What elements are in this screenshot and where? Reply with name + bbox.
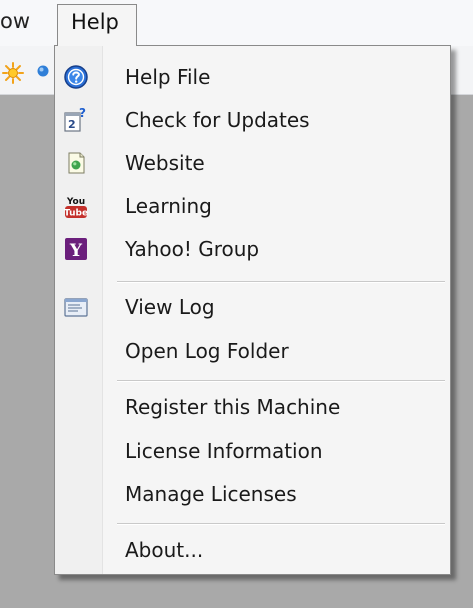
menu-item-website[interactable]: Website bbox=[55, 143, 450, 185]
sun-icon[interactable] bbox=[2, 62, 24, 84]
menu-item-register-machine[interactable]: Register this Machine bbox=[55, 387, 450, 429]
menu-item-about[interactable]: About... bbox=[55, 530, 450, 572]
menu-item-manage-licenses[interactable]: Manage Licenses bbox=[55, 474, 450, 516]
menu-separator bbox=[117, 380, 445, 382]
menu-bar: ow Help bbox=[0, 0, 473, 47]
menu-item-label: Open Log Folder bbox=[125, 339, 289, 363]
menu-item-label: Help File bbox=[125, 65, 211, 89]
menu-item-label: About... bbox=[125, 538, 204, 562]
webpage-icon bbox=[68, 152, 85, 174]
menu-help-label: Help bbox=[71, 10, 119, 34]
log-icon bbox=[64, 298, 88, 317]
help-circle-icon bbox=[64, 65, 88, 89]
menu-item-label: Check for Updates bbox=[125, 108, 310, 132]
svg-text:You: You bbox=[66, 197, 85, 207]
check-updates-icon: 2 ? bbox=[64, 106, 86, 132]
svg-text:?: ? bbox=[79, 106, 86, 120]
menu-item-view-log[interactable]: View Log bbox=[55, 287, 450, 329]
menu-item-learning[interactable]: You Tube Learning bbox=[55, 186, 450, 228]
menu-item-label: View Log bbox=[125, 295, 215, 319]
menu-window[interactable]: ow bbox=[0, 9, 30, 33]
menu-item-open-log-folder[interactable]: Open Log Folder bbox=[55, 331, 450, 373]
menu-item-label: License Information bbox=[125, 439, 323, 463]
menu-separator bbox=[117, 281, 445, 283]
menu-separator bbox=[117, 523, 445, 525]
yahoo-icon: Y bbox=[65, 238, 87, 261]
menu-item-label: Website bbox=[125, 151, 205, 175]
svg-text:Y: Y bbox=[69, 241, 83, 261]
menu-item-license-information[interactable]: License Information bbox=[55, 431, 450, 473]
toolbar-blue-icon[interactable] bbox=[36, 64, 50, 78]
menu-item-yahoo-group[interactable]: Y Yahoo! Group bbox=[55, 229, 450, 271]
youtube-icon: You Tube bbox=[64, 197, 88, 219]
menu-item-help-file[interactable]: Help File bbox=[55, 57, 450, 99]
menu-item-label: Yahoo! Group bbox=[125, 237, 260, 261]
menu-item-check-updates[interactable]: 2 ? Check for Updates bbox=[55, 100, 450, 142]
menu-item-label: Learning bbox=[125, 194, 212, 218]
svg-text:2: 2 bbox=[68, 118, 76, 131]
help-dropdown-menu: Help File 2 ? Check for Updates Website … bbox=[54, 45, 451, 575]
menu-help[interactable]: Help bbox=[57, 4, 137, 46]
menu-item-label: Manage Licenses bbox=[125, 482, 297, 506]
menu-item-label: Register this Machine bbox=[125, 395, 341, 419]
svg-text:Tube: Tube bbox=[64, 209, 88, 219]
